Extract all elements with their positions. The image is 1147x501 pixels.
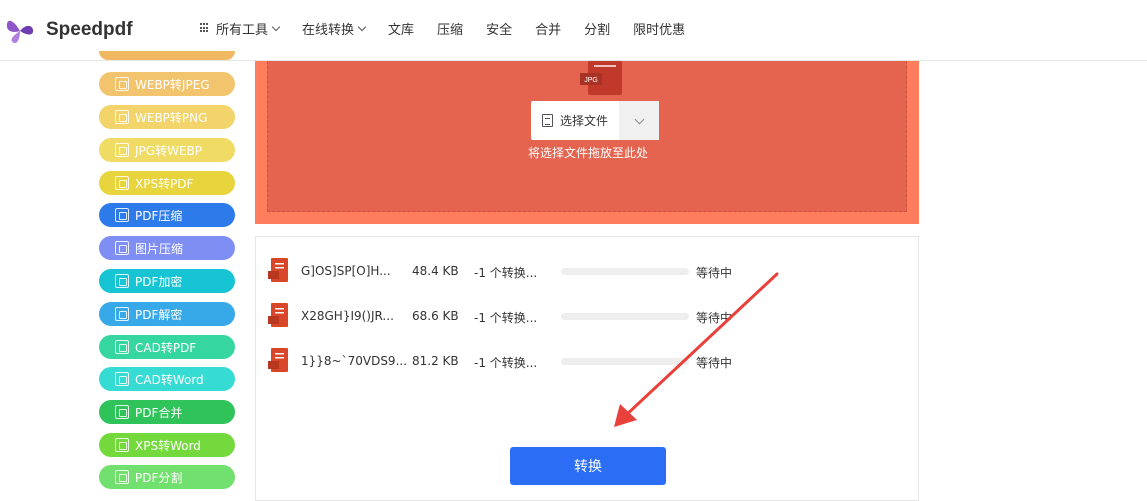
sidebar-item-label: PDF加密 xyxy=(135,274,183,289)
file-name: G]OS]SP[O]H... xyxy=(301,264,391,278)
jpg-label: JPG xyxy=(584,77,598,84)
sidebar-item-cad-to-word[interactable]: CAD转Word xyxy=(99,367,235,391)
sidebar-item-cut[interactable] xyxy=(99,51,235,60)
nav-compress[interactable]: 压缩 xyxy=(437,19,463,38)
sidebar-item-image-compress[interactable]: 图片压缩 xyxy=(99,236,235,260)
upload-dropzone[interactable]: JPG 选择文件 将选择文件拖放至此处 xyxy=(255,61,919,224)
file-size: 68.6 KB xyxy=(412,309,459,323)
chevron-down-icon xyxy=(271,22,281,31)
sidebar-item-label: XPS转Word xyxy=(135,438,201,453)
file-icon xyxy=(541,114,553,127)
file-list: G]OS]SP[O]H... 48.4 KB -1 个转换... 等待中 X28… xyxy=(255,236,919,501)
file-row: 1}}8~`70VDS9... 81.2 KB -1 个转换... 等待中 xyxy=(256,348,918,374)
sidebar-item-webp-to-png[interactable]: WEBP转PNG xyxy=(99,105,235,129)
compress-icon xyxy=(115,208,129,222)
document-icon xyxy=(115,176,129,190)
sidebar-item-label: CAD转PDF xyxy=(135,340,197,355)
nav-library-label: 文库 xyxy=(388,22,415,38)
grid-icon xyxy=(200,23,210,33)
sidebar-item-label: CAD转Word xyxy=(135,372,204,387)
sidebar-item-label: PDF压缩 xyxy=(135,208,183,223)
file-conversion-status: -1 个转换... xyxy=(474,311,538,325)
pdf-file-icon xyxy=(268,348,288,372)
dropzone-inner: JPG 选择文件 将选择文件拖放至此处 xyxy=(267,61,907,212)
nav-online-convert[interactable]: 在线转换 xyxy=(302,19,367,38)
progress-bar xyxy=(561,313,689,320)
choose-source-dropdown[interactable] xyxy=(619,101,659,140)
drop-hint: 将选择文件拖放至此处 xyxy=(527,146,648,160)
nav-all-tools[interactable]: 所有工具 xyxy=(200,19,281,38)
nav-library[interactable]: 文库 xyxy=(388,19,414,38)
file-state: 等待中 xyxy=(696,356,733,370)
choose-file-label: 选择文件 xyxy=(559,114,608,128)
lock-icon xyxy=(115,274,129,288)
progress-bar xyxy=(561,268,689,275)
logo-text: Speedpdf xyxy=(46,19,133,40)
file-row: G]OS]SP[O]H... 48.4 KB -1 个转换... 等待中 xyxy=(256,258,918,284)
image-file-icon xyxy=(115,77,129,91)
file-state: 等待中 xyxy=(696,266,733,280)
sidebar-item-label: 图片压缩 xyxy=(135,241,184,256)
sidebar-item-pdf-merge[interactable]: PDF合并 xyxy=(99,400,235,424)
nav-security[interactable]: 安全 xyxy=(486,19,512,38)
convert-button[interactable]: 转换 xyxy=(510,447,666,485)
nav-promo-label: 限时优惠 xyxy=(633,22,686,38)
butterfly-logo-icon xyxy=(6,20,34,44)
choose-file-control: 选择文件 xyxy=(531,101,659,140)
convert-button-label: 转换 xyxy=(574,459,602,475)
nav-split[interactable]: 分割 xyxy=(584,19,610,38)
split-icon xyxy=(115,470,129,484)
progress-bar xyxy=(561,358,689,365)
file-size: 81.2 KB xyxy=(412,354,459,368)
chevron-down-icon xyxy=(357,22,367,31)
sidebar-item-pdf-compress[interactable]: PDF压缩 xyxy=(99,203,235,227)
nav-compress-label: 压缩 xyxy=(437,22,464,38)
nav-security-label: 安全 xyxy=(486,22,513,38)
pdf-file-icon xyxy=(268,258,288,282)
image-file-icon xyxy=(115,110,129,124)
merge-icon xyxy=(115,405,129,419)
file-state: 等待中 xyxy=(696,311,733,325)
nav-merge[interactable]: 合并 xyxy=(535,19,561,38)
unlock-icon xyxy=(115,307,129,321)
nav-online-convert-label: 在线转换 xyxy=(302,22,355,38)
sidebar-item-label: XPS转PDF xyxy=(135,176,194,191)
sidebar-item-webp-to-jpeg[interactable]: WEBP转JPEG xyxy=(99,72,235,96)
file-conversion-status: -1 个转换... xyxy=(474,266,538,280)
logo[interactable]: Speedpdf xyxy=(4,10,133,50)
chevron-down-icon xyxy=(634,114,644,124)
main-nav: 所有工具 在线转换 文库 压缩 安全 合并 分割 限时优惠 xyxy=(200,0,708,56)
nav-merge-label: 合并 xyxy=(535,22,562,38)
file-size: 48.4 KB xyxy=(412,264,459,278)
sidebar-item-label: WEBP转JPEG xyxy=(135,77,210,92)
sidebar-item-jpg-to-webp[interactable]: JPG转WEBP xyxy=(99,138,235,162)
file-conversion-status: -1 个转换... xyxy=(474,356,538,370)
sidebar-item-pdf-decrypt[interactable]: PDF解密 xyxy=(99,302,235,326)
document-icon xyxy=(115,438,129,452)
sidebar-item-label: PDF合并 xyxy=(135,405,183,420)
nav-split-label: 分割 xyxy=(584,22,611,38)
sidebar-item-xps-to-pdf[interactable]: XPS转PDF xyxy=(99,171,235,195)
nav-all-tools-label: 所有工具 xyxy=(216,22,269,38)
choose-file-button[interactable]: 选择文件 xyxy=(531,101,619,140)
file-row: X28GH}I9()JR... 68.6 KB -1 个转换... 等待中 xyxy=(256,303,918,329)
cad-file-icon xyxy=(115,340,129,354)
sidebar-item-label: WEBP转PNG xyxy=(135,110,208,125)
file-name: 1}}8~`70VDS9... xyxy=(301,354,408,368)
jpg-file-icon: JPG xyxy=(580,61,622,95)
sidebar-item-pdf-encrypt[interactable]: PDF加密 xyxy=(99,269,235,293)
nav-promo[interactable]: 限时优惠 xyxy=(633,19,685,38)
pdf-file-icon xyxy=(268,303,288,327)
sidebar-item-pdf-split[interactable]: PDF分割 xyxy=(99,465,235,489)
image-compress-icon xyxy=(115,241,129,255)
sidebar-item-cad-to-pdf[interactable]: CAD转PDF xyxy=(99,335,235,359)
sidebar-item-label: JPG转WEBP xyxy=(135,143,202,158)
sidebar-item-xps-to-word[interactable]: XPS转Word xyxy=(99,433,235,457)
image-file-icon xyxy=(115,143,129,157)
cad-file-icon xyxy=(115,372,129,386)
sidebar-item-label: PDF解密 xyxy=(135,307,183,322)
file-name: X28GH}I9()JR... xyxy=(301,309,394,323)
sidebar-item-label: PDF分割 xyxy=(135,470,183,485)
